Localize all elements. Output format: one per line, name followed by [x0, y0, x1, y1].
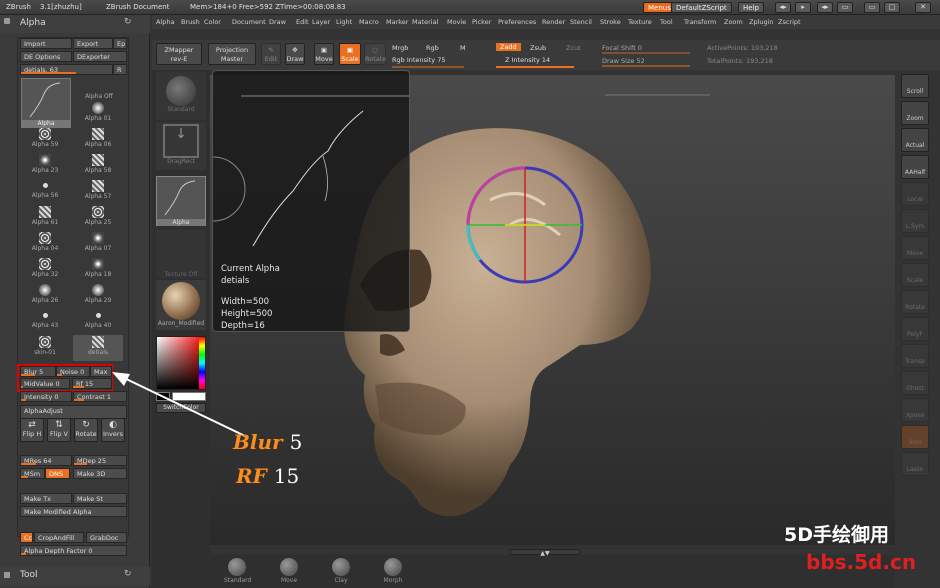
rf-annotation: RF 15 — [236, 464, 299, 488]
blur-annotation-value: 5 — [289, 430, 303, 454]
blur-annotation-label: Blur — [233, 430, 283, 454]
zbrush-window: ZBrush 3.1[zhuzhu] ZBrush Document Mem>1… — [0, 0, 940, 588]
blur-annotation: Blur 5 — [233, 430, 302, 454]
watermark-line2: bbs.5d.cn — [806, 550, 917, 574]
rf-annotation-label: RF — [236, 464, 267, 488]
rf-annotation-value: 15 — [273, 464, 300, 488]
annotation-arrow — [112, 372, 246, 437]
watermark-line1: 5D手绘御用 — [784, 524, 889, 546]
